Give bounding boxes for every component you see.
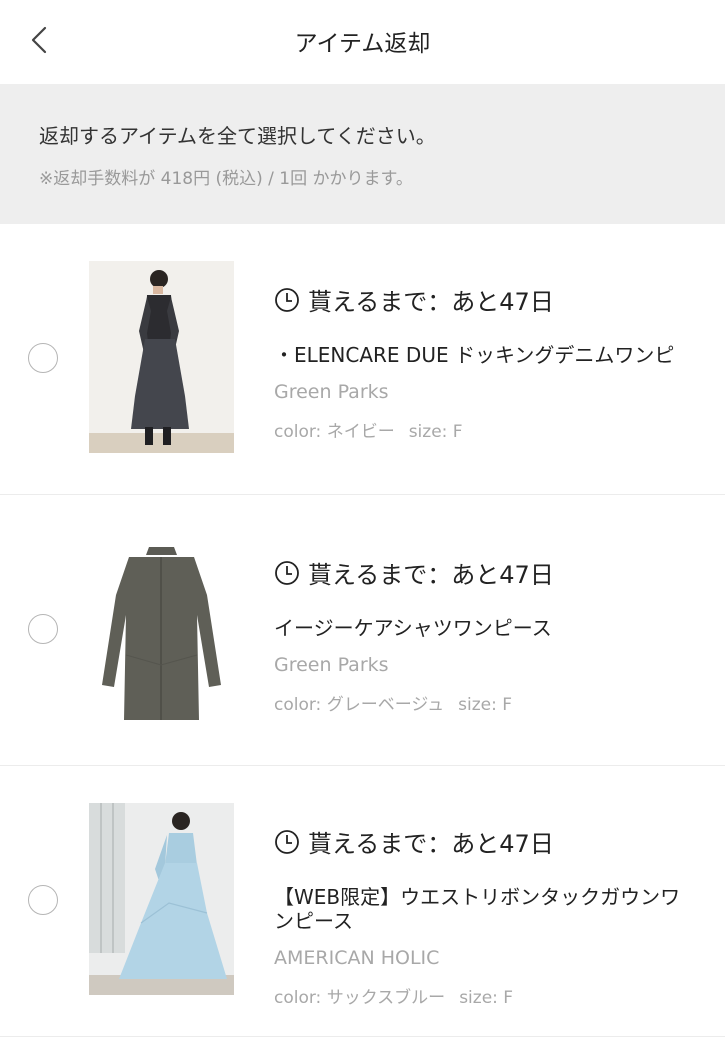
item-name: ・ELENCARE DUE ドッキングデニムワンピ (274, 343, 675, 367)
item-info: 貰えるまで：あと47日 ・ELENCARE DUE ドッキングデニムワンピ Gr… (274, 282, 694, 442)
return-notice: 返却するアイテムを全て選択してください。 ※返却手数料が 418円 (税込) /… (0, 84, 725, 224)
deadline-text: 貰えるまで：あと47日 (308, 561, 554, 589)
list-item[interactable]: 貰えるまで：あと47日 【WEB限定】ウエストリボンタックガウンワンピース AM… (0, 766, 725, 1037)
item-brand: Green Parks (274, 381, 389, 403)
clock-icon (274, 560, 300, 586)
deadline-text: 貰えるまで：あと47日 (308, 830, 554, 858)
clock-icon (274, 829, 300, 855)
clock-icon (274, 287, 300, 313)
product-image[interactable] (89, 803, 234, 995)
page-title: アイテム返却 (294, 31, 431, 57)
header-bar: アイテム返却 (0, 0, 725, 84)
list-item[interactable]: 貰えるまで：あと47日 イージーケアシャツワンピース Green Parks c… (0, 495, 725, 766)
deadline: 貰えるまで：あと47日 (274, 824, 694, 859)
item-color: color: サックスブルー (274, 988, 446, 1008)
item-size: size: F (459, 988, 514, 1008)
list-item[interactable]: 貰えるまで：あと47日 ・ELENCARE DUE ドッキングデニムワンピ Gr… (0, 224, 725, 495)
item-name: イージーケアシャツワンピース (274, 616, 552, 640)
select-radio[interactable] (28, 885, 58, 915)
select-radio[interactable] (28, 614, 58, 644)
product-image[interactable] (89, 261, 234, 453)
deadline: 貰えるまで：あと47日 (274, 282, 694, 317)
item-info: 貰えるまで：あと47日 【WEB限定】ウエストリボンタックガウンワンピース AM… (274, 824, 694, 1008)
deadline: 貰えるまで：あと47日 (274, 555, 694, 590)
item-color: color: ネイビー (274, 422, 395, 442)
item-attributes: color: サックスブルー size: F (274, 983, 694, 1008)
product-image[interactable] (89, 535, 234, 727)
item-color: color: グレーベージュ (274, 695, 445, 715)
notice-main-text: 返却するアイテムを全て選択してください。 (39, 124, 436, 148)
item-attributes: color: ネイビー size: F (274, 417, 694, 442)
item-name: 【WEB限定】ウエストリボンタックガウンワンピース (274, 885, 681, 933)
item-size: size: F (408, 422, 463, 442)
notice-fee-text: ※返却手数料が 418円 (税込) / 1回 かかります。 (39, 169, 413, 189)
return-item-list: 貰えるまで：あと47日 ・ELENCARE DUE ドッキングデニムワンピ Gr… (0, 224, 725, 1037)
select-radio[interactable] (28, 343, 58, 373)
deadline-text: 貰えるまで：あと47日 (308, 288, 554, 316)
item-info: 貰えるまで：あと47日 イージーケアシャツワンピース Green Parks c… (274, 555, 694, 715)
item-brand: AMERICAN HOLIC (274, 947, 440, 969)
item-brand: Green Parks (274, 654, 389, 676)
item-attributes: color: グレーベージュ size: F (274, 690, 694, 715)
item-size: size: F (458, 695, 513, 715)
